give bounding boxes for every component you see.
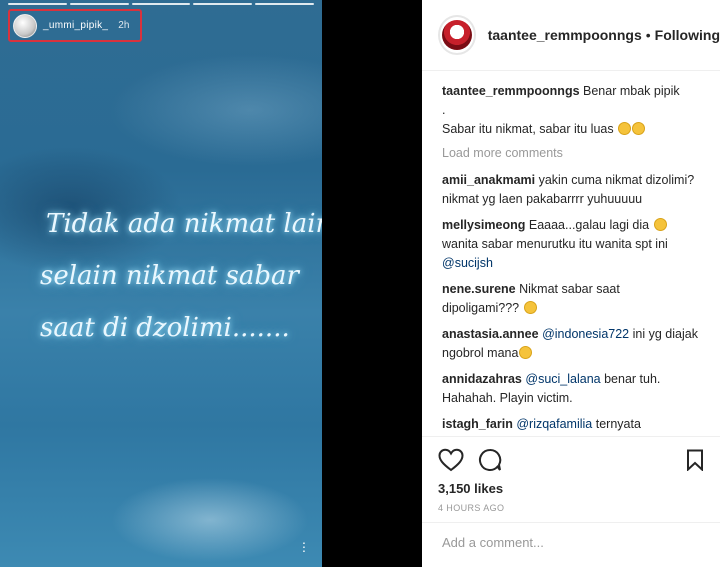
- post-header: taantee_remmpoonngs • Following: [422, 0, 720, 71]
- progress-segment: [193, 3, 253, 5]
- comment-icon[interactable]: [478, 448, 502, 472]
- load-more-comments[interactable]: Load more comments: [442, 146, 700, 160]
- progress-segment: [8, 3, 67, 5]
- sweat-emoji-icon: [653, 218, 667, 231]
- mention-link[interactable]: @rizqafamilia: [516, 417, 592, 431]
- caption-text: Sabar itu nikmat, sabar itu luas: [442, 122, 614, 136]
- add-comment-input[interactable]: Add a comment...: [422, 522, 720, 567]
- comment-text: Eaaaa...galau lagi dia: [528, 218, 650, 232]
- comment-item: amii_anakmami yakin cuma nikmat dizolimi…: [442, 171, 700, 209]
- story-text-line: Tidak ada nikmat lain: [46, 209, 322, 239]
- mention-link[interactable]: @sucijsh: [442, 256, 493, 270]
- story-viewer[interactable]: _ummi_pipik_ 2h Tidak ada nikmat lain se…: [0, 0, 322, 567]
- comment-username[interactable]: amii_anakmami: [442, 173, 535, 187]
- comment-username[interactable]: istagh_farin: [442, 417, 513, 431]
- comment-username[interactable]: annidazahras: [442, 372, 522, 386]
- heart-icon[interactable]: [438, 448, 464, 472]
- likes-count[interactable]: 3,150 likes: [438, 481, 704, 496]
- progress-segment: [131, 3, 191, 5]
- post-panel: taantee_remmpoonngs • Following taantee_…: [422, 0, 720, 567]
- profile-avatar-image: [441, 20, 472, 50]
- post-actions: 3,150 likes 4 HOURS AGO: [422, 436, 720, 513]
- comment-username[interactable]: taantee_remmpoonngs: [442, 84, 580, 98]
- profile-avatar[interactable]: [438, 15, 476, 55]
- story-user-header[interactable]: _ummi_pipik_ 2h: [8, 9, 142, 42]
- comment-item: istagh_farin @rizqafamilia ternyata sene…: [442, 415, 700, 436]
- comment-item: anastasia.annee @indonesia722 ini yg dia…: [442, 325, 700, 363]
- comment-username[interactable]: nene.surene: [442, 282, 516, 296]
- caption: taantee_remmpoonngs Benar mbak pipik . S…: [442, 82, 700, 139]
- caption-text: .: [442, 103, 446, 117]
- vertical-ellipsis-icon[interactable]: · · ·: [300, 535, 308, 557]
- comment-username[interactable]: mellysimeong: [442, 218, 525, 232]
- progress-segment: [69, 3, 129, 5]
- post-timestamp: 4 HOURS AGO: [438, 503, 505, 513]
- action-icons-row: [438, 443, 704, 477]
- comment-item: annidazahras @suci_lalana benar tuh. Hah…: [442, 370, 700, 408]
- following-button[interactable]: Following: [655, 27, 720, 43]
- comment-item: mellysimeong Eaaaa...galau lagi dia wani…: [442, 216, 700, 273]
- progress-segment: [255, 3, 314, 5]
- comment-text: wanita sabar menurutku itu wanita spt in…: [442, 237, 668, 251]
- comment-item: nene.surene Nikmat sabar saat dipoligami…: [442, 280, 700, 318]
- story-text-line: selain nikmat sabar: [40, 261, 299, 291]
- comment-username[interactable]: anastasia.annee: [442, 327, 539, 341]
- story-avatar[interactable]: [13, 13, 37, 38]
- smile-emoji-icon: [519, 346, 533, 359]
- story-text-line: saat di dzolimi.......: [40, 313, 290, 343]
- comments-list[interactable]: taantee_remmpoonngs Benar mbak pipik . S…: [422, 71, 720, 436]
- separator-dot: •: [645, 27, 651, 43]
- caption-text: Benar mbak pipik: [583, 84, 680, 98]
- post-username[interactable]: taantee_remmpoonngs: [488, 27, 642, 43]
- smile-emoji-icon: [632, 122, 646, 135]
- bookmark-icon[interactable]: [686, 449, 704, 471]
- mention-link[interactable]: @indonesia722: [542, 327, 629, 341]
- mention-link[interactable]: @suci_lalana: [525, 372, 600, 386]
- story-time: 2h: [118, 20, 130, 31]
- story-text: Tidak ada nikmat lain selain nikmat saba…: [30, 198, 322, 354]
- sweat-smile-emoji-icon: [523, 301, 537, 314]
- smile-emoji-icon: [618, 122, 632, 135]
- story-username[interactable]: _ummi_pipik_: [43, 20, 108, 31]
- story-progress-bar: [8, 3, 314, 5]
